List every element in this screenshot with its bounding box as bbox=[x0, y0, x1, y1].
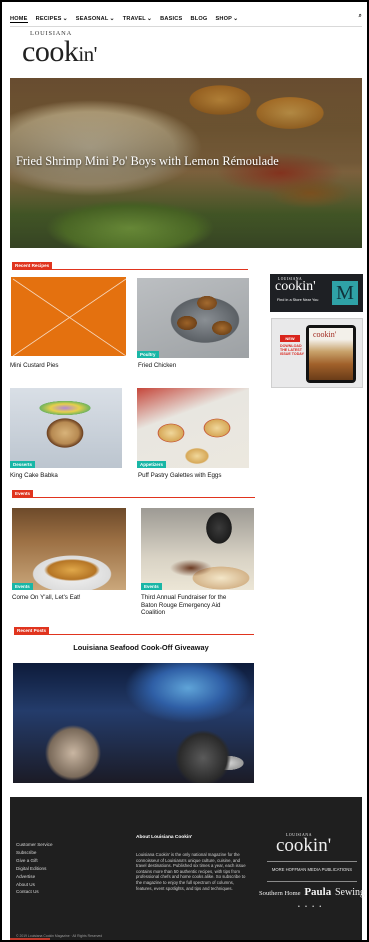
event-card-title-line: Third Annual Fundraiser for the bbox=[141, 594, 227, 601]
recipe-card-title[interactable]: King Cake Babka bbox=[10, 472, 58, 480]
footer-divider bbox=[267, 881, 357, 882]
nav-item-blog[interactable]: BLOG bbox=[190, 16, 207, 22]
chevron-down-icon: ⌄ bbox=[233, 16, 239, 22]
nav-label: TRAVEL bbox=[122, 16, 146, 22]
tablet-icon: cookin' bbox=[306, 325, 356, 383]
footer-accent-bar bbox=[10, 938, 50, 940]
recipe-card-title[interactable]: Mini Custard Pies bbox=[10, 362, 59, 370]
nav-item-seasonal[interactable]: SEASONAL ⌄ bbox=[76, 16, 115, 22]
recipe-card-title[interactable]: Fried Chicken bbox=[138, 362, 176, 370]
section-divider bbox=[12, 497, 255, 498]
nav-label: RECIPES bbox=[35, 16, 62, 22]
new-badge: NEW bbox=[280, 335, 300, 342]
footer-about-text: Louisiana Cookin' is the only national m… bbox=[136, 852, 246, 891]
category-tag[interactable]: Events bbox=[141, 583, 162, 590]
event-card-title-line: Coalition bbox=[141, 609, 166, 617]
event-card-title-line: Baton Rouge Emergency Aid bbox=[141, 601, 221, 609]
nav-label: BASICS bbox=[160, 16, 183, 22]
main-nav: HOME RECIPES ⌄ SEASONAL ⌄ TRAVEL ⌄ BASICS B… bbox=[10, 12, 362, 26]
category-tag[interactable]: Poultry bbox=[137, 351, 159, 358]
carousel-dots[interactable]: • • • • bbox=[298, 904, 323, 910]
logo-wordmark-b: in' bbox=[78, 42, 97, 66]
footer-link-about-us[interactable]: About Us bbox=[16, 881, 53, 889]
featured-post-title[interactable]: Louisiana Seafood Cook-Off Giveaway bbox=[10, 643, 272, 652]
cover-logo: cookin' bbox=[313, 330, 337, 339]
nav-item-travel[interactable]: TRAVEL ⌄ bbox=[123, 16, 152, 22]
logo-wordmark: cookin' bbox=[22, 35, 97, 69]
nav-label: SHOP bbox=[215, 16, 233, 22]
recipe-card-title[interactable]: Puff Pastry Galettes with Eggs bbox=[138, 472, 221, 480]
section-divider bbox=[14, 634, 254, 635]
event-card-title[interactable]: Third Annual Fundraiser for the Baton Ro… bbox=[141, 594, 226, 617]
nav-item-basics[interactable]: BASICS bbox=[160, 16, 182, 22]
site-footer: Customer Service Subscribe Give a Gift D… bbox=[10, 797, 365, 940]
recipe-card-image[interactable]: Desserts bbox=[10, 388, 122, 468]
recipe-card-image[interactable]: Appetizers bbox=[137, 388, 249, 468]
logo-wordmark-a: cook bbox=[22, 35, 79, 68]
featured-post-image[interactable] bbox=[13, 663, 254, 783]
footer-link-contact-us[interactable]: Contact Us bbox=[16, 888, 53, 896]
chevron-down-icon: ⌄ bbox=[109, 16, 115, 22]
hero-title[interactable]: Fried Shrimp Mini Po' Boys with Lemon Ré… bbox=[16, 154, 279, 169]
footer-brand-logos: Southern Home Paula Sewing bbox=[259, 886, 365, 898]
nav-item-shop[interactable]: SHOP ⌄ bbox=[215, 16, 238, 22]
chevron-down-icon: ⌄ bbox=[146, 16, 153, 22]
ad-logo: cookin' bbox=[275, 279, 316, 294]
nav-label: SEASONAL bbox=[75, 16, 109, 22]
site-logo[interactable]: LOUISIANA cookin' bbox=[22, 30, 132, 72]
search-icon[interactable]: ⌕ bbox=[359, 13, 362, 20]
footer-link-customer-service[interactable]: Customer Service bbox=[16, 841, 53, 849]
footer-link-give-a-gift[interactable]: Give a Gift bbox=[16, 857, 53, 865]
ad-tagline: Find in a Store Near You bbox=[277, 298, 319, 302]
ad-copy: DOWNLOAD THE LATEST ISSUE TODAY bbox=[280, 344, 304, 357]
brand-logo-paula[interactable]: Paula bbox=[304, 886, 331, 898]
publisher-badge-icon: M bbox=[332, 281, 358, 305]
nav-divider bbox=[10, 26, 362, 27]
footer-more-publications: MORE HOFFMAN MEDIA PUBLICATIONS bbox=[271, 867, 353, 872]
footer-link-advertise[interactable]: Advertise bbox=[16, 873, 53, 881]
digital-issue-ad[interactable]: NEW DOWNLOAD THE LATEST ISSUE TODAY cook… bbox=[271, 318, 363, 388]
magazine-cover: cookin' bbox=[309, 328, 353, 380]
recipe-card-image[interactable]: Poultry bbox=[137, 278, 249, 358]
category-tag[interactable]: Appetizers bbox=[137, 461, 167, 468]
chevron-down-icon: ⌄ bbox=[62, 16, 68, 22]
event-card-title[interactable]: Come On Y'all, Let's Eat! bbox=[12, 594, 81, 602]
hero-banner[interactable]: Fried Shrimp Mini Po' Boys with Lemon Ré… bbox=[10, 78, 362, 248]
footer-divider bbox=[267, 861, 357, 862]
category-tag[interactable]: Events bbox=[12, 583, 33, 590]
footer-link-subscribe[interactable]: Subscribe bbox=[16, 849, 53, 857]
footer-about-heading: About Louisiana Cookin' bbox=[136, 835, 193, 840]
nav-item-recipes[interactable]: RECIPES ⌄ bbox=[36, 16, 68, 22]
nav-item-home[interactable]: HOME bbox=[10, 16, 28, 23]
recipe-card-image-placeholder[interactable] bbox=[10, 276, 127, 357]
brand-logo-sewing[interactable]: Sewing bbox=[335, 887, 365, 898]
image-placeholder-icon bbox=[12, 278, 126, 356]
nav-label: BLOG bbox=[190, 16, 208, 22]
find-in-store-ad[interactable]: LOUISIANA cookin' Find in a Store Near Y… bbox=[270, 274, 363, 312]
footer-logo[interactable]: cookin' bbox=[276, 835, 331, 857]
nav-label: HOME bbox=[10, 15, 28, 22]
category-tag[interactable]: Desserts bbox=[10, 461, 36, 468]
event-card-image[interactable]: Events bbox=[12, 508, 126, 590]
footer-links: Customer Service Subscribe Give a Gift D… bbox=[16, 841, 53, 896]
footer-link-digital-editions[interactable]: Digital Editions bbox=[16, 865, 53, 873]
event-card-image[interactable]: Events bbox=[141, 508, 254, 590]
section-divider bbox=[12, 269, 248, 270]
brand-logo-southern-home[interactable]: Southern Home bbox=[259, 890, 301, 897]
